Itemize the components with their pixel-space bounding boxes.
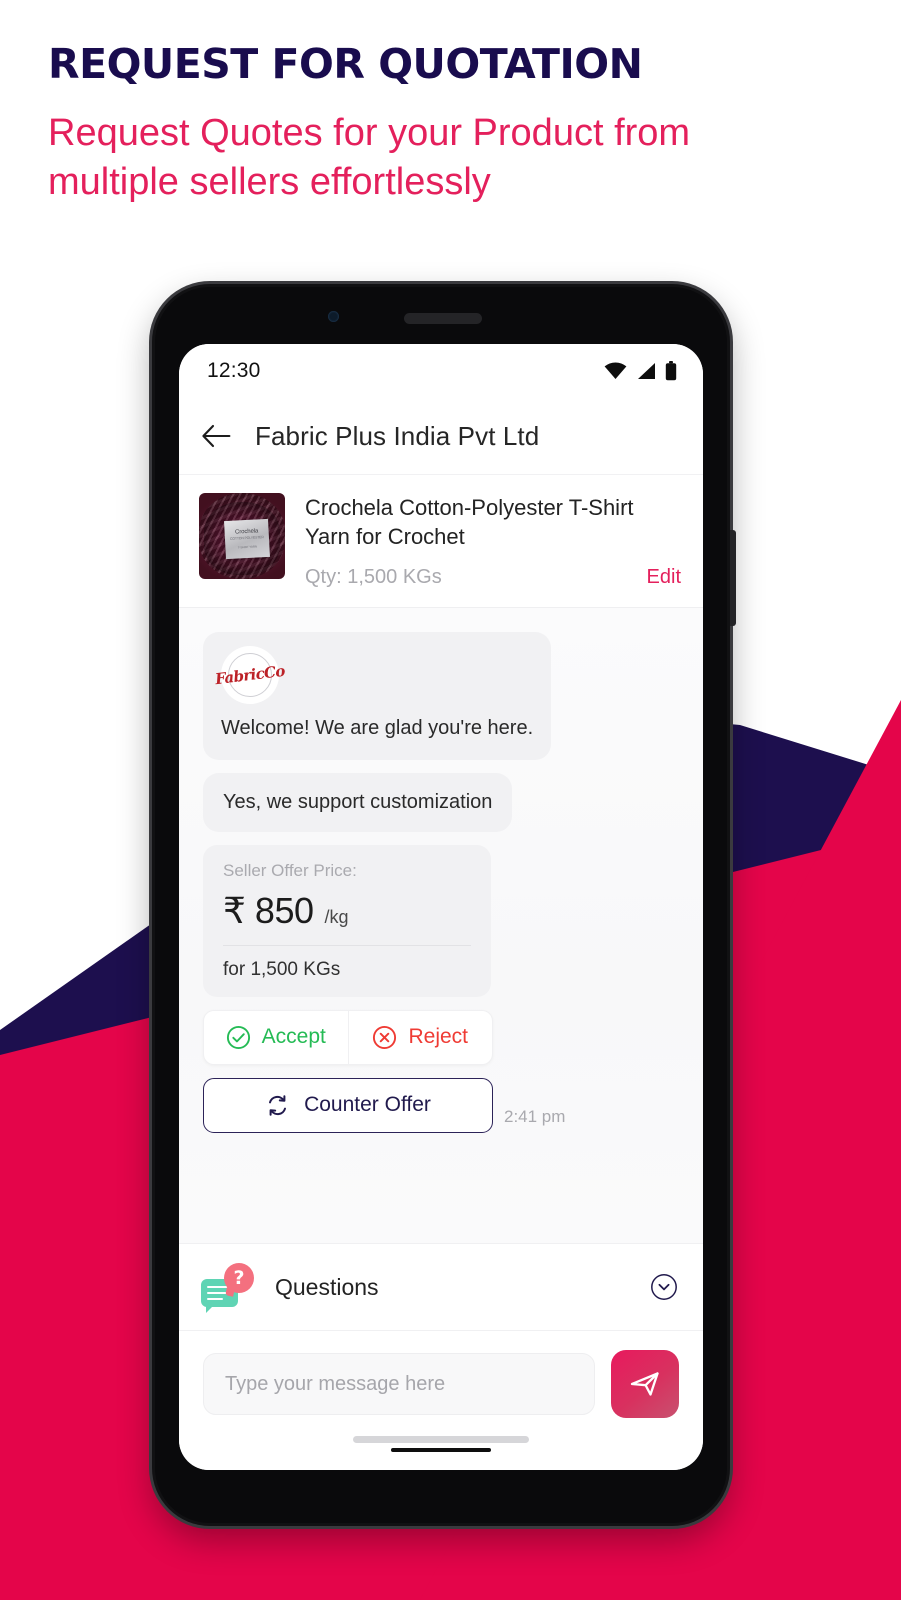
wifi-icon	[604, 362, 627, 379]
message-composer	[179, 1331, 703, 1418]
app-bar: Fabric Plus India Pvt Ltd	[179, 398, 703, 474]
counter-offer-label: Counter Offer	[304, 1093, 431, 1116]
phone-mockup: 12:30 Fabric Plus India Pvt Ltd Crochela…	[152, 284, 736, 1526]
gesture-bar[interactable]	[391, 1448, 491, 1452]
product-thumbnail-label: Crochela COTTON POLYESTER T-SHIRT YARN	[224, 518, 270, 560]
offer-price-row: ₹ 850 /kg	[223, 890, 471, 945]
product-details: Crochela Cotton-Polyester T-Shirt Yarn f…	[305, 493, 681, 589]
product-summary-card[interactable]: Crochela COTTON POLYESTER T-SHIRT YARN C…	[179, 474, 703, 608]
x-circle-icon	[373, 1025, 397, 1049]
cellular-signal-icon	[638, 363, 655, 379]
status-bar-icons	[604, 361, 677, 381]
chevron-down-circle-icon[interactable]	[650, 1273, 678, 1301]
offer-price-value: ₹ 850	[223, 890, 314, 932]
offer-price-label: Seller Offer Price:	[223, 860, 357, 880]
question-mark-badge: ?	[224, 1263, 254, 1293]
send-message-button[interactable]	[611, 1350, 679, 1418]
thumbnail-brand: Crochela	[234, 528, 259, 536]
status-bar-time: 12:30	[207, 359, 261, 382]
chat-thread[interactable]: FabricCo Welcome! We are glad you're her…	[179, 607, 703, 1243]
thumbnail-subtitle-2: T-SHIRT YARN	[237, 544, 258, 550]
offer-action-row: Accept Reject	[203, 1009, 493, 1065]
chat-message-text: Welcome! We are glad you're here.	[221, 716, 534, 739]
home-indicator-area	[179, 1418, 703, 1470]
questions-section[interactable]: ? Questions	[179, 1243, 703, 1331]
chat-message-customization: Yes, we support customization	[203, 772, 513, 832]
promo-subtitle: Request Quotes for your Product from mul…	[48, 112, 691, 204]
product-thumbnail: Crochela COTTON POLYESTER T-SHIRT YARN	[199, 493, 285, 579]
counter-offer-row: Counter Offer 2:41 pm	[203, 1077, 566, 1133]
check-circle-icon	[226, 1025, 250, 1049]
product-name: Crochela Cotton-Polyester T-Shirt Yarn f…	[305, 495, 634, 550]
earpiece-speaker	[404, 313, 482, 324]
home-indicator-pill[interactable]	[353, 1436, 529, 1443]
seller-avatar: FabricCo	[214, 645, 286, 704]
accept-offer-button[interactable]: Accept	[204, 1011, 348, 1064]
counter-offer-button[interactable]: Counter Offer	[203, 1077, 493, 1133]
product-meta-row: Qty: 1,500 KGs Edit	[305, 566, 681, 589]
price-number: 850	[254, 889, 314, 931]
offer-quantity-line: for 1,500 KGs	[223, 958, 341, 980]
page-title: Fabric Plus India Pvt Ltd	[255, 420, 540, 451]
offer-price-unit: /kg	[324, 906, 349, 927]
status-bar: 12:30	[179, 344, 703, 398]
promo-headline-block: REQUEST FOR QUOTATION Request Quotes for…	[48, 40, 838, 208]
accept-label: Accept	[261, 1025, 326, 1048]
edit-quantity-link[interactable]: Edit	[647, 566, 681, 589]
phone-side-button[interactable]	[730, 530, 736, 626]
battery-icon	[665, 361, 677, 381]
chat-message-text: Yes, we support customization	[223, 790, 493, 813]
thumbnail-subtitle: COTTON POLYESTER	[230, 535, 264, 541]
promo-title: REQUEST FOR QUOTATION	[48, 40, 643, 88]
message-timestamp: 2:41 pm	[504, 1106, 566, 1126]
reject-label: Reject	[408, 1025, 469, 1048]
questions-label: Questions	[275, 1273, 379, 1300]
currency-symbol: ₹	[223, 889, 246, 931]
send-paper-plane-icon	[630, 1372, 659, 1396]
reject-offer-button[interactable]: Reject	[347, 1010, 493, 1064]
swap-refresh-icon	[269, 1094, 287, 1116]
phone-screen: 12:30 Fabric Plus India Pvt Ltd Crochela…	[179, 344, 703, 1470]
message-input[interactable]	[203, 1353, 595, 1415]
question-chat-icon: ?	[201, 1263, 254, 1313]
back-arrow-icon[interactable]	[201, 423, 231, 449]
front-camera-icon	[328, 311, 339, 322]
avatar-logo-mark: FabricCo	[214, 661, 286, 688]
chat-message-welcome: FabricCo Welcome! We are glad you're her…	[203, 631, 552, 760]
product-quantity: Qty: 1,500 KGs	[305, 565, 442, 588]
seller-offer-card: Seller Offer Price: ₹ 850 /kg for 1,500 …	[203, 844, 491, 997]
